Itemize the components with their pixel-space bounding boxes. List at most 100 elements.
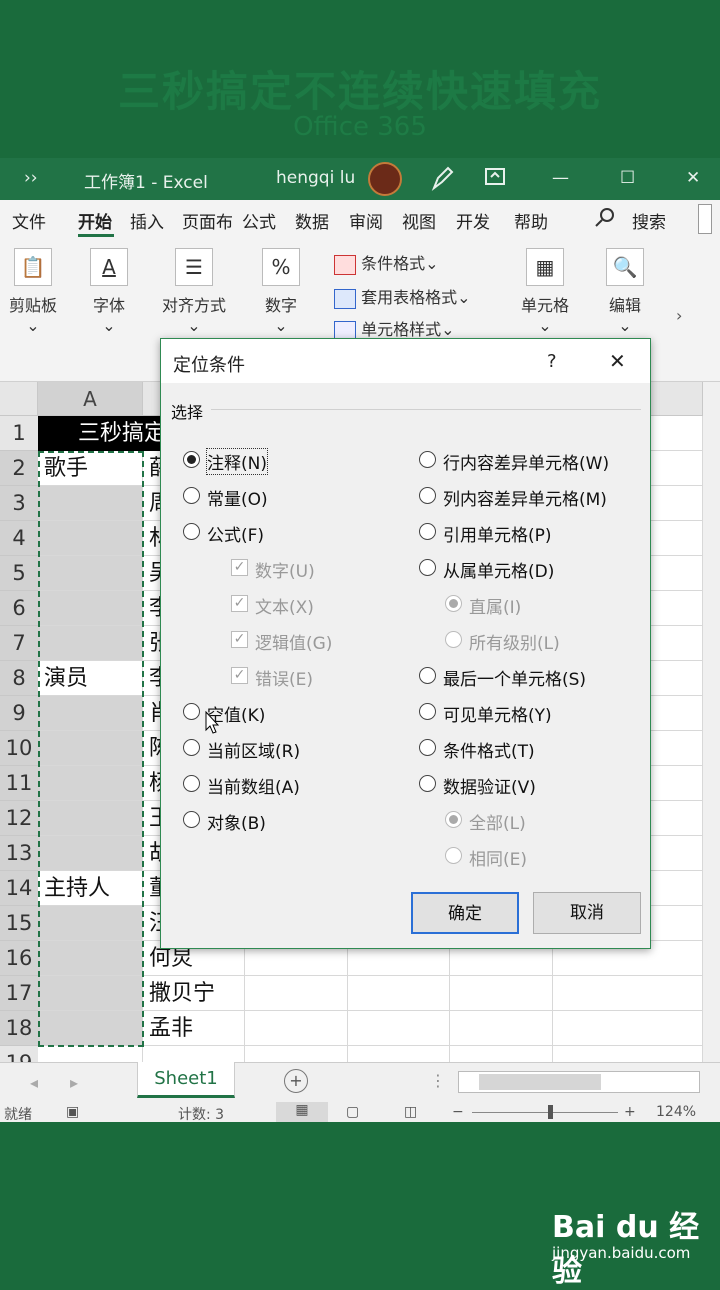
option-label[interactable]: 数据验证(V): [443, 773, 536, 798]
option-label[interactable]: 条件格式(T): [443, 737, 535, 762]
option-label[interactable]: 当前数组(A): [207, 773, 300, 798]
radio-button[interactable]: [419, 667, 436, 684]
option-label[interactable]: 注释(N): [206, 448, 268, 475]
radio-button[interactable]: [183, 775, 200, 792]
row-header[interactable]: 17: [0, 976, 38, 1011]
alignment-group[interactable]: ☰ 对齐方式 ⌄: [156, 248, 232, 335]
cells-group[interactable]: ▦ 单元格 ⌄: [516, 248, 574, 335]
select-all-corner[interactable]: [0, 382, 38, 416]
cell[interactable]: [245, 976, 348, 1011]
row-header[interactable]: 9: [0, 696, 38, 731]
close-window-button[interactable]: ✕: [686, 168, 700, 188]
radio-button[interactable]: [419, 559, 436, 576]
user-name[interactable]: hengqi lu: [276, 168, 355, 188]
cell-style-button[interactable]: 单元格样式⌄: [334, 316, 455, 341]
row-header[interactable]: 3: [0, 486, 38, 521]
radio-button[interactable]: [419, 775, 436, 792]
row-header[interactable]: 19: [0, 1046, 38, 1062]
row-header[interactable]: 8: [0, 661, 38, 696]
tab-developer[interactable]: 开发: [456, 208, 490, 233]
macro-record-icon[interactable]: ▣: [66, 1104, 79, 1120]
row-header[interactable]: 13: [0, 836, 38, 871]
radio-button[interactable]: [419, 487, 436, 504]
radio-button[interactable]: [183, 451, 200, 468]
dialog-close-button[interactable]: ✕: [609, 349, 626, 373]
cell[interactable]: [450, 1011, 553, 1046]
radio-button[interactable]: [419, 451, 436, 468]
row-header[interactable]: 11: [0, 766, 38, 801]
radio-button[interactable]: [419, 523, 436, 540]
zoom-level[interactable]: 124%: [656, 1104, 696, 1120]
option-label[interactable]: 列内容差异单元格(M): [443, 485, 607, 510]
ribbon-scroll-right[interactable]: ›: [676, 306, 682, 325]
radio-button[interactable]: [419, 703, 436, 720]
cell[interactable]: [450, 976, 553, 1011]
row-header[interactable]: 4: [0, 521, 38, 556]
font-group[interactable]: A 字体 ⌄: [82, 248, 136, 335]
table-format-button[interactable]: 套用表格格式⌄: [334, 284, 471, 309]
tab-file[interactable]: 文件: [12, 208, 46, 233]
cell[interactable]: [553, 1011, 703, 1046]
row-header[interactable]: 18: [0, 1011, 38, 1046]
pen-icon[interactable]: [430, 164, 456, 197]
horizontal-scrollbar[interactable]: [458, 1071, 700, 1093]
cond-format-button[interactable]: 条件格式⌄: [334, 250, 439, 275]
option-label[interactable]: 对象(B): [207, 809, 266, 834]
zoom-in-icon[interactable]: +: [624, 1104, 636, 1120]
option-label[interactable]: 当前区域(R): [207, 737, 300, 762]
tab-home[interactable]: 开始: [78, 208, 112, 233]
row-header[interactable]: 6: [0, 591, 38, 626]
zoom-out-icon[interactable]: −: [452, 1104, 464, 1120]
cell[interactable]: [245, 1011, 348, 1046]
row-header[interactable]: 5: [0, 556, 38, 591]
radio-button[interactable]: [183, 523, 200, 540]
zoom-slider-thumb[interactable]: [548, 1105, 553, 1119]
cell[interactable]: [348, 976, 450, 1011]
normal-view-icon[interactable]: ▦: [276, 1102, 328, 1122]
maximize-button[interactable]: ☐: [620, 168, 635, 188]
row-header[interactable]: 16: [0, 941, 38, 976]
splitter-handle[interactable]: ⋮: [430, 1071, 446, 1090]
row-header[interactable]: 10: [0, 731, 38, 766]
ok-button[interactable]: 确定: [411, 892, 519, 934]
page-break-view-icon[interactable]: ◫: [404, 1104, 417, 1120]
radio-button[interactable]: [419, 739, 436, 756]
editing-group[interactable]: 🔍 编辑 ⌄: [598, 248, 652, 335]
vertical-scrollbar[interactable]: [703, 382, 720, 1062]
tab-view[interactable]: 视图: [402, 208, 436, 233]
cell[interactable]: [348, 1046, 450, 1062]
zoom-slider[interactable]: [472, 1112, 618, 1113]
search-icon[interactable]: [594, 206, 616, 233]
option-label[interactable]: 从属单元格(D): [443, 557, 554, 582]
row-header[interactable]: 12: [0, 801, 38, 836]
radio-button[interactable]: [183, 739, 200, 756]
page-layout-view-icon[interactable]: ▢: [346, 1104, 359, 1120]
option-label[interactable]: 公式(F): [207, 521, 264, 546]
row-header[interactable]: 14: [0, 871, 38, 906]
radio-button[interactable]: [183, 811, 200, 828]
tab-data[interactable]: 数据: [295, 208, 329, 233]
cell[interactable]: [245, 1046, 348, 1062]
tab-help[interactable]: 帮助: [514, 208, 548, 233]
row-header[interactable]: 2: [0, 451, 38, 486]
option-label[interactable]: 引用单元格(P): [443, 521, 552, 546]
cell[interactable]: [38, 1046, 143, 1062]
cell[interactable]: [553, 1046, 703, 1062]
radio-button[interactable]: [183, 703, 200, 720]
cell[interactable]: [553, 976, 703, 1011]
next-sheet-icon[interactable]: ▸: [70, 1073, 78, 1092]
cell[interactable]: [450, 1046, 553, 1062]
cell[interactable]: 孟非: [143, 1011, 245, 1046]
quick-access-chevron[interactable]: ››: [24, 168, 38, 188]
cell[interactable]: 撒贝宁: [143, 976, 245, 1011]
prev-sheet-icon[interactable]: ◂: [30, 1073, 38, 1092]
minimize-button[interactable]: —: [552, 168, 569, 188]
tab-page-layout[interactable]: 页面布: [182, 208, 233, 233]
column-header-a[interactable]: A: [38, 382, 143, 416]
option-label[interactable]: 最后一个单元格(S): [443, 665, 586, 690]
cell[interactable]: [348, 1011, 450, 1046]
dialog-help-button[interactable]: ?: [547, 351, 557, 372]
tab-insert[interactable]: 插入: [130, 208, 164, 233]
search-label[interactable]: 搜索: [632, 208, 666, 233]
option-label[interactable]: 可见单元格(Y): [443, 701, 552, 726]
